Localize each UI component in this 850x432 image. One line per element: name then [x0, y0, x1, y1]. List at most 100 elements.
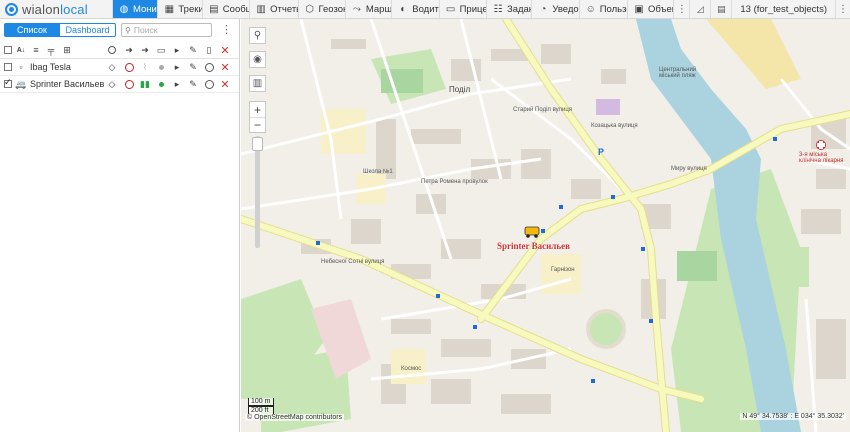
- map-layers-icon: ▥: [252, 78, 263, 89]
- monitor-icon[interactable]: ▭: [155, 44, 167, 56]
- zoom-slider[interactable]: [255, 136, 260, 248]
- map-label-street: Петра Ромена провулок: [421, 179, 488, 185]
- users-icon: ☺: [585, 3, 596, 15]
- map-canvas: [241, 19, 850, 432]
- object-checkbox[interactable]: [4, 77, 12, 88]
- object-name[interactable]: Ibag Tesla: [30, 62, 71, 72]
- delete-icon[interactable]: ✕: [219, 78, 231, 91]
- arrow-circle-icon[interactable]: ➜: [123, 44, 135, 56]
- user-menu[interactable]: 13 (for_test_objects): [731, 0, 835, 18]
- object-checkbox[interactable]: [4, 63, 12, 71]
- map-scale: 100 m 200 ft: [248, 398, 274, 414]
- group-icon[interactable]: ⊞: [61, 44, 73, 56]
- geofence-icon: ⬡: [305, 3, 314, 15]
- delete-icon[interactable]: ✕: [219, 61, 231, 74]
- tab-driver[interactable]: ◐ Водите: [391, 0, 439, 18]
- map-label-kosmos: Космос: [401, 366, 422, 372]
- map-view[interactable]: Поділ Старий Поділ вулиця Миру вулиця Не…: [241, 19, 850, 432]
- tab-tasks[interactable]: ☷Задани: [485, 0, 531, 18]
- app-logo[interactable]: wialonlocal: [0, 0, 112, 18]
- map-label-hospital: 3-я міська клінічна лікарня: [799, 152, 844, 164]
- tab-units[interactable]: ▣ Объекты: [627, 0, 673, 18]
- tab-route[interactable]: ⤳ Маршру: [344, 0, 391, 18]
- object-name[interactable]: Sprinter Васильев: [30, 79, 104, 89]
- chart-icon: ◿: [696, 3, 704, 14]
- scale-meters: 100 m: [248, 398, 274, 406]
- wrench-icon[interactable]: ✎: [187, 61, 199, 73]
- tab-notifications[interactable]: ◔ Уведом: [531, 0, 579, 18]
- search-input[interactable]: [133, 24, 204, 36]
- list-item[interactable]: ▫ Ibag Tesla ◇ ⌇ ▸ ✎ ✕: [0, 59, 239, 76]
- mall-building: [596, 99, 620, 115]
- arrow-circle-icon[interactable]: ➜: [139, 44, 151, 56]
- tab-dashboard[interactable]: Dashboard: [60, 23, 116, 37]
- trash-icon[interactable]: ▯: [203, 44, 215, 56]
- search-box[interactable]: ⚲: [121, 23, 212, 37]
- cursor-coordinates: N 49° 34.7538' : E 034° 35.3032': [740, 413, 846, 420]
- map-search-button[interactable]: ⚲: [249, 27, 266, 44]
- command-icon[interactable]: ▸: [171, 61, 183, 73]
- status-dot-icon: [155, 78, 167, 90]
- tab-label: Объекты: [648, 3, 673, 15]
- user-more-menu[interactable]: ⋮: [835, 0, 850, 18]
- units-icon: ▣: [634, 3, 644, 15]
- target-icon[interactable]: [203, 78, 215, 90]
- tab-track[interactable]: ▦ Треки: [157, 0, 202, 18]
- list-header-row: A↓ ≡ ╤ ⊞ ➜ ➜ ▭ ▸ ✎ ▯ ✕: [0, 41, 239, 59]
- locate-icon[interactable]: ◇: [106, 78, 118, 90]
- hospital-icon: [816, 140, 826, 150]
- align-icon[interactable]: ≡: [30, 44, 42, 56]
- tab-label: Водите: [412, 3, 439, 15]
- filter-icon[interactable]: ╤: [45, 44, 57, 56]
- more-menu[interactable]: ⋮: [673, 0, 689, 18]
- tab-label: Пользов: [599, 3, 627, 15]
- command-icon[interactable]: ▸: [171, 44, 183, 56]
- tab-label: Уведом: [552, 3, 579, 15]
- no-entry-icon[interactable]: [123, 78, 135, 90]
- notifications-icon: ◔: [540, 3, 547, 15]
- map-layers-button[interactable]: ▥: [249, 75, 266, 92]
- tab-label: Геозон: [318, 3, 345, 15]
- tools-button[interactable]: ◿: [689, 0, 710, 18]
- delete-icon[interactable]: ✕: [219, 44, 231, 57]
- zoom-control: + −: [249, 101, 266, 133]
- park-area: [677, 251, 717, 281]
- tab-users[interactable]: ☺Пользов: [578, 0, 627, 18]
- tab-messages[interactable]: ▤Сообщ: [201, 0, 249, 18]
- wrench-icon[interactable]: ✎: [187, 78, 199, 90]
- map-label-street: Небесної Сотні вулиця: [321, 259, 385, 265]
- tab-trailer[interactable]: ▭Прицеп: [438, 0, 486, 18]
- map-attribution[interactable]: © OpenStreetMap contributors: [245, 414, 345, 421]
- zoom-out-button[interactable]: −: [250, 117, 265, 132]
- zoom-in-button[interactable]: +: [250, 102, 265, 117]
- locate-icon[interactable]: ◇: [106, 61, 118, 73]
- zoom-slider-thumb[interactable]: [252, 137, 263, 151]
- park-area: [769, 247, 809, 287]
- no-entry-icon[interactable]: [123, 61, 135, 73]
- tab-geofence[interactable]: ⬡ Геозон: [297, 0, 345, 18]
- list-item[interactable]: 🚐Sprinter Васильев◇ ▮▮ ▸ ✎ ✕: [0, 76, 239, 93]
- logo-text: wialonlocal: [22, 1, 88, 17]
- tab-label: Задани: [506, 3, 531, 15]
- top-navigation-bar: wialonlocal ◍ Монито▦Треки▤Сообщ▥Отчеты ⬡ Г…: [0, 0, 850, 19]
- command-icon[interactable]: ▸: [171, 78, 183, 90]
- wrench-icon[interactable]: ✎: [187, 44, 199, 56]
- target-icon[interactable]: [106, 44, 118, 56]
- tab-label: Монито: [133, 3, 157, 15]
- car-icon: 🚐: [15, 78, 27, 89]
- tab-label: Маршру: [365, 3, 391, 15]
- vehicle-label[interactable]: Sprinter Васильев: [497, 241, 570, 251]
- select-all-checkbox[interactable]: [4, 46, 12, 54]
- tab-reports[interactable]: ▥ Отчеты: [249, 0, 298, 18]
- panel-more-icon[interactable]: ⋮: [221, 23, 232, 36]
- globe-icon: ◍: [119, 3, 129, 15]
- reports-icon: ▥: [256, 3, 266, 15]
- tasks-icon: ☷: [493, 3, 503, 15]
- map-eye-button[interactable]: ◉: [249, 51, 266, 68]
- tab-globe[interactable]: ◍ Монито: [112, 0, 158, 18]
- info-button[interactable]: ▤: [710, 0, 731, 18]
- tab-list[interactable]: Список: [4, 23, 60, 37]
- target-icon[interactable]: [203, 61, 215, 73]
- sort-az-icon[interactable]: A↓: [15, 44, 27, 56]
- map-label-podil: Поділ: [449, 85, 471, 94]
